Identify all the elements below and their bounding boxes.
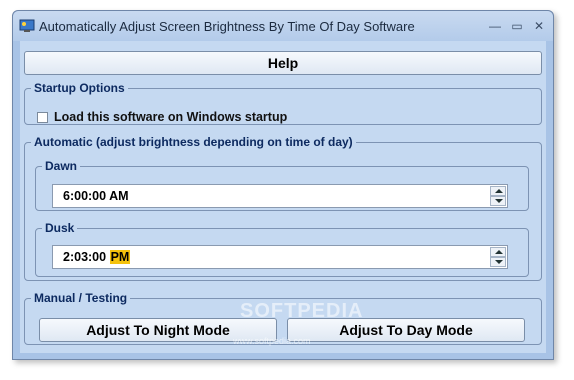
- dusk-group: Dusk 2:03:00 PM: [35, 221, 529, 277]
- arrow-down-icon: [495, 260, 503, 264]
- arrow-up-icon: [495, 250, 503, 254]
- dawn-spin-down[interactable]: [490, 196, 506, 206]
- startup-checkbox-row[interactable]: Load this software on Windows startup: [37, 110, 287, 124]
- startup-checkbox-label[interactable]: Load this software on Windows startup: [54, 110, 287, 124]
- dawn-spin-up[interactable]: [490, 186, 506, 196]
- manual-legend: Manual / Testing: [34, 291, 128, 305]
- dawn-time-value: 6:00:00 AM: [63, 189, 129, 203]
- dusk-time-main: 2:03:00: [63, 250, 107, 264]
- dusk-spin-down[interactable]: [490, 257, 506, 267]
- title-bar[interactable]: Automatically Adjust Screen Brightness B…: [13, 11, 553, 41]
- automatic-group: Automatic (adjust brightness depending o…: [24, 135, 542, 281]
- startup-options-group: Startup Options Load this software on Wi…: [24, 81, 542, 125]
- softpedia-watermark-url: www.softpedia.com: [233, 336, 311, 346]
- startup-checkbox[interactable]: [37, 111, 48, 123]
- app-icon: [19, 19, 35, 32]
- startup-options-legend: Startup Options: [34, 81, 125, 95]
- dusk-ampm-selected[interactable]: PM: [109, 250, 131, 264]
- close-button[interactable]: ✕: [529, 18, 549, 34]
- softpedia-watermark: SOFTPEDIA: [240, 300, 364, 322]
- dawn-spinner[interactable]: [490, 186, 506, 206]
- dusk-spinner[interactable]: [490, 247, 506, 267]
- automatic-legend: Automatic (adjust brightness depending o…: [34, 135, 353, 149]
- dusk-time-value: 2:03:00 PM: [63, 250, 131, 264]
- dusk-time-field[interactable]: 2:03:00 PM: [52, 245, 508, 269]
- minimize-button[interactable]: —: [485, 18, 505, 34]
- help-button[interactable]: Help: [24, 51, 542, 75]
- dawn-group: Dawn 6:00:00 AM: [35, 159, 529, 211]
- dusk-legend: Dusk: [45, 221, 75, 235]
- dawn-legend: Dawn: [45, 159, 78, 173]
- dusk-spin-up[interactable]: [490, 247, 506, 257]
- dawn-time-field[interactable]: 6:00:00 AM: [52, 184, 508, 208]
- arrow-down-icon: [495, 199, 503, 203]
- arrow-up-icon: [495, 189, 503, 193]
- window-title: Automatically Adjust Screen Brightness B…: [39, 19, 415, 34]
- maximize-button[interactable]: ▭: [507, 18, 527, 34]
